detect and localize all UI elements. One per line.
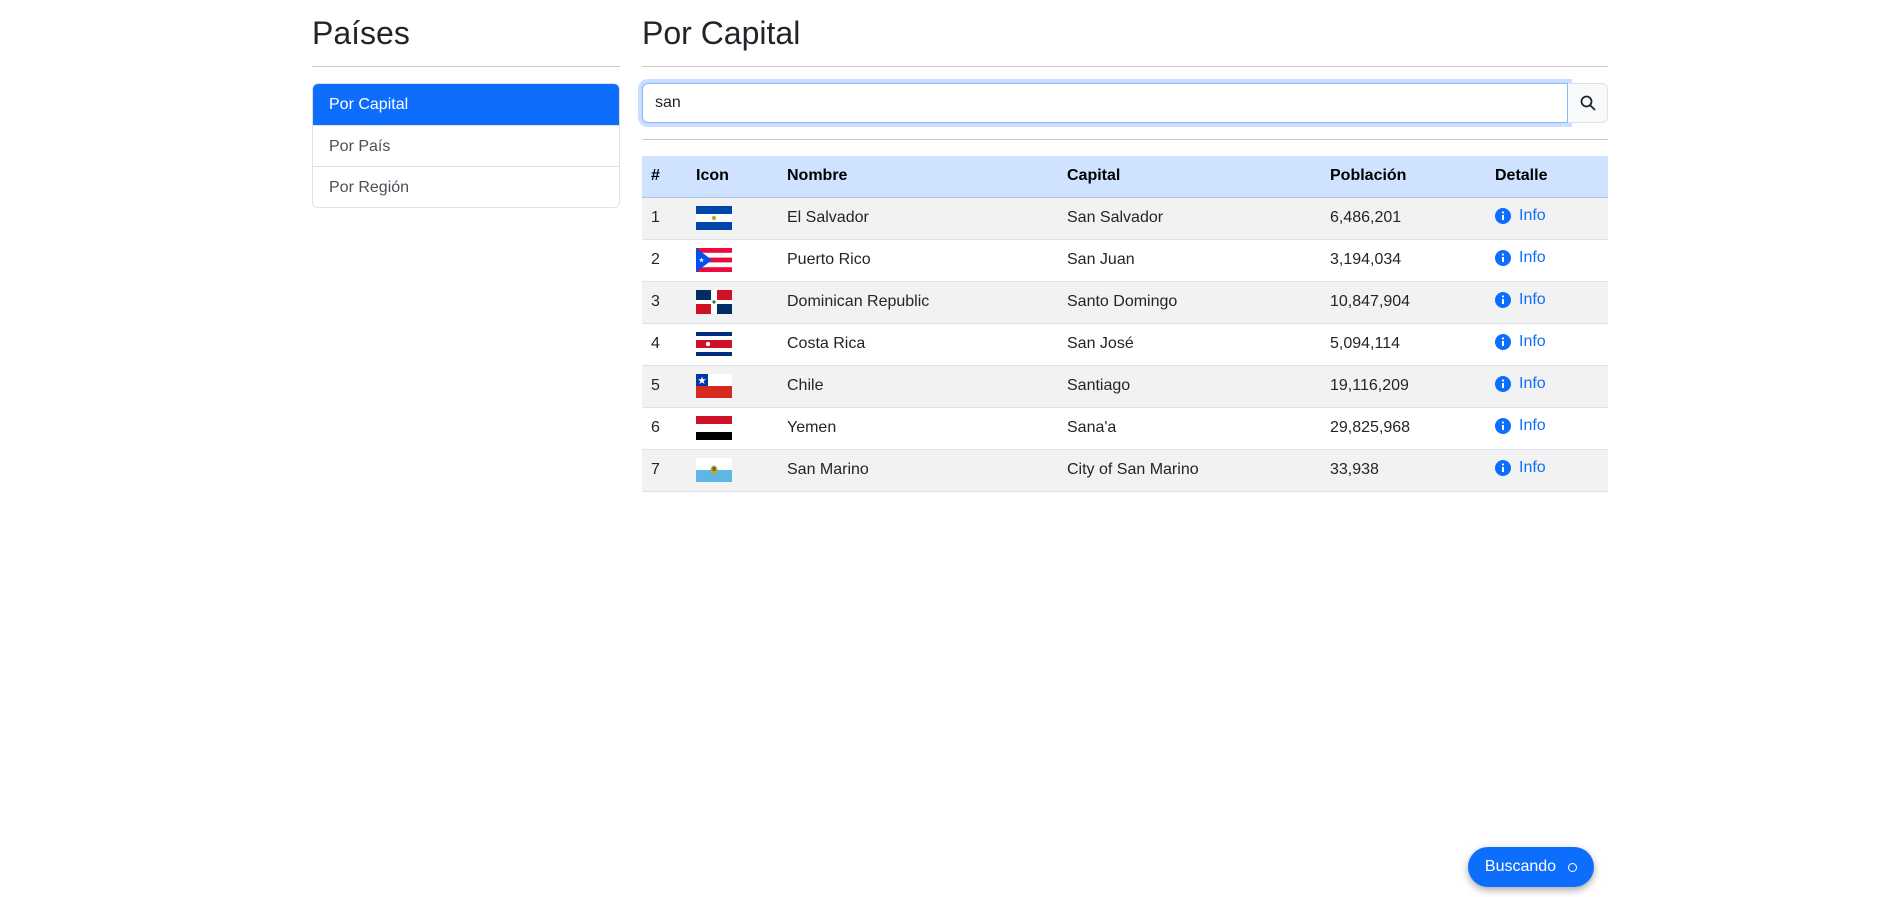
country-name: Puerto Rico	[778, 239, 1058, 282]
info-circle-icon	[1495, 376, 1511, 392]
page-title: Por Capital	[642, 0, 1608, 67]
dominican-republic-flag-icon	[696, 290, 732, 314]
el-salvador-flag-icon	[696, 206, 732, 230]
main-content: Por Capital # Icon Nombre Capital Poblac…	[642, 0, 1608, 492]
search-button[interactable]	[1568, 83, 1608, 123]
info-label: Info	[1519, 417, 1546, 434]
table-row: 7 San Marino City of San Marino 33,938 I…	[642, 449, 1608, 492]
info-link[interactable]: Info	[1495, 375, 1546, 393]
country-name: El Salvador	[778, 197, 1058, 240]
country-name: Costa Rica	[778, 323, 1058, 366]
chile-flag-icon	[696, 374, 732, 398]
capital-name: Sana'a	[1058, 407, 1321, 450]
header-icon: Icon	[687, 156, 778, 198]
capital-name: Santo Domingo	[1058, 281, 1321, 324]
population: 6,486,201	[1321, 197, 1486, 240]
puerto-rico-flag-icon	[696, 248, 732, 272]
table-row: 6 Yemen Sana'a 29,825,968 Info	[642, 407, 1608, 450]
table-row: 3 Dominican Republic Santo Domingo 10,84…	[642, 281, 1608, 324]
row-number: 2	[642, 239, 687, 282]
info-circle-icon	[1495, 334, 1511, 350]
population: 3,194,034	[1321, 239, 1486, 282]
info-link[interactable]: Info	[1495, 333, 1546, 351]
header-poblacion: Población	[1321, 156, 1486, 198]
header-nombre: Nombre	[778, 156, 1058, 198]
search-input[interactable]	[642, 83, 1568, 123]
results-table: # Icon Nombre Capital Población Detalle …	[642, 156, 1608, 492]
info-link[interactable]: Info	[1495, 207, 1546, 225]
table-row: 2 Puerto Rico San Juan 3,194,034 Info	[642, 239, 1608, 282]
search-bar	[642, 83, 1608, 123]
population: 5,094,114	[1321, 323, 1486, 366]
header-detalle: Detalle	[1486, 156, 1608, 198]
info-label: Info	[1519, 459, 1546, 476]
info-label: Info	[1519, 375, 1546, 392]
info-label: Info	[1519, 333, 1546, 350]
info-circle-icon	[1495, 418, 1511, 434]
population: 33,938	[1321, 449, 1486, 492]
info-circle-icon	[1495, 460, 1511, 476]
sidebar-item-por-pais[interactable]: Por País	[313, 125, 619, 166]
capital-name: Santiago	[1058, 365, 1321, 408]
header-capital: Capital	[1058, 156, 1321, 198]
row-number: 3	[642, 281, 687, 324]
info-link[interactable]: Info	[1495, 417, 1546, 435]
loading-label: Buscando	[1484, 858, 1557, 875]
info-label: Info	[1519, 291, 1546, 308]
info-label: Info	[1519, 249, 1546, 266]
info-link[interactable]: Info	[1495, 249, 1546, 267]
sidebar-item-por-capital[interactable]: Por Capital	[313, 84, 619, 125]
row-number: 4	[642, 323, 687, 366]
sidebar-item-por-region[interactable]: Por Región	[313, 166, 619, 207]
capital-name: San José	[1058, 323, 1321, 366]
info-circle-icon	[1495, 208, 1511, 224]
capital-name: San Salvador	[1058, 197, 1321, 240]
population: 19,116,209	[1321, 365, 1486, 408]
info-label: Info	[1519, 207, 1546, 224]
loading-badge: Buscando	[1468, 847, 1594, 887]
info-link[interactable]: Info	[1495, 459, 1546, 477]
table-row: 4 Costa Rica San José 5,094,114 Info	[642, 323, 1608, 366]
capital-name: San Juan	[1058, 239, 1321, 282]
info-circle-icon	[1495, 292, 1511, 308]
country-name: Dominican Republic	[778, 281, 1058, 324]
divider	[642, 139, 1608, 140]
country-name: Chile	[778, 365, 1058, 408]
row-number: 6	[642, 407, 687, 450]
san-marino-flag-icon	[696, 458, 732, 482]
row-number: 7	[642, 449, 687, 492]
spinner-icon	[1568, 862, 1578, 872]
country-name: Yemen	[778, 407, 1058, 450]
costa-rica-flag-icon	[696, 332, 732, 356]
header-num: #	[642, 156, 687, 198]
country-name: San Marino	[778, 449, 1058, 492]
table-header-row: # Icon Nombre Capital Población Detalle	[642, 156, 1608, 198]
row-number: 1	[642, 197, 687, 240]
capital-name: City of San Marino	[1058, 449, 1321, 492]
sidebar-title: Países	[312, 0, 620, 67]
population: 10,847,904	[1321, 281, 1486, 324]
search-icon	[1580, 95, 1595, 111]
sidebar-nav: Por Capital Por País Por Región	[312, 83, 620, 208]
info-link[interactable]: Info	[1495, 291, 1546, 309]
table-row: 5 Chile Santiago 19,116,209 Info	[642, 365, 1608, 408]
sidebar: Países Por Capital Por País Por Región	[312, 0, 620, 208]
row-number: 5	[642, 365, 687, 408]
population: 29,825,968	[1321, 407, 1486, 450]
table-row: 1 El Salvador San Salvador 6,486,201 Inf…	[642, 197, 1608, 240]
info-circle-icon	[1495, 250, 1511, 266]
yemen-flag-icon	[696, 416, 732, 440]
